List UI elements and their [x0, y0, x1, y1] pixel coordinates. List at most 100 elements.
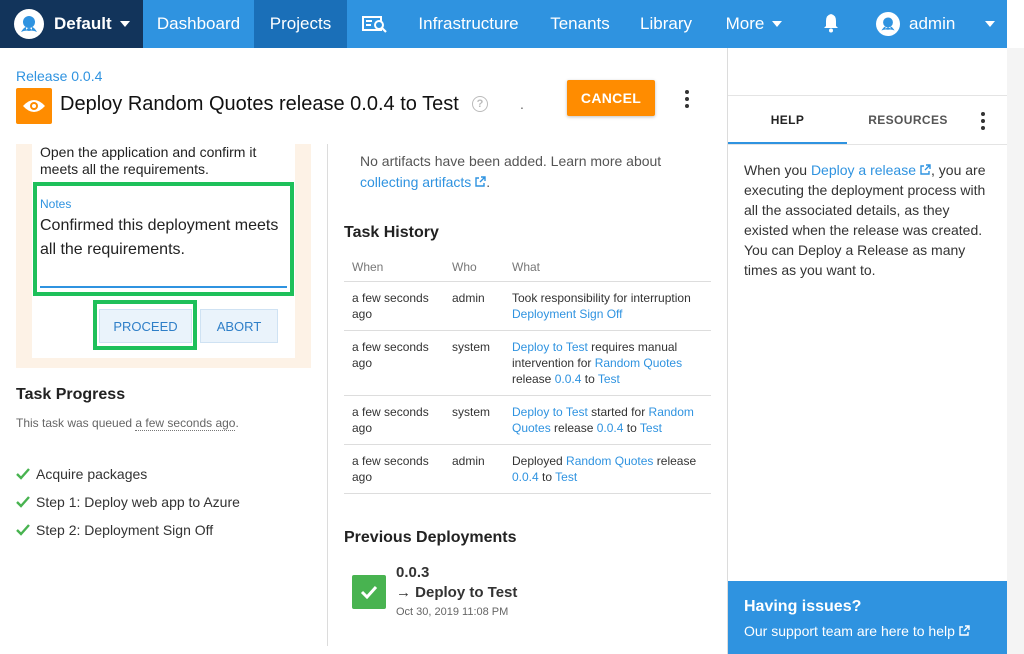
history-when: a few seconds ago: [344, 444, 444, 494]
previous-version[interactable]: 0.0.3: [396, 564, 429, 581]
history-link[interactable]: Test: [598, 372, 620, 386]
history-what: Deploy to Test requires manual intervent…: [504, 330, 711, 396]
support-text: Our support team are here to help: [744, 623, 955, 639]
right-panel-menu-icon[interactable]: [981, 112, 985, 133]
chevron-down-icon: [772, 21, 783, 27]
proceed-button[interactable]: PROCEED: [99, 309, 192, 343]
scrollbar-top: [1007, 0, 1024, 48]
deploy-release-link[interactable]: Deploy a release: [811, 162, 916, 178]
nav-projects[interactable]: Projects: [254, 0, 347, 48]
table-row: a few seconds ago system Deploy to Test re…: [344, 330, 711, 396]
bell-icon[interactable]: [820, 12, 842, 34]
user-name: admin: [909, 14, 956, 33]
nav-tasks[interactable]: [347, 0, 402, 48]
tab-resources[interactable]: RESOURCES: [847, 96, 969, 144]
overflow-menu-icon[interactable]: [685, 90, 689, 111]
support-link[interactable]: Our support team are here to help: [744, 623, 991, 639]
user-menu[interactable]: admin: [876, 0, 955, 48]
breadcrumb[interactable]: Release 0.0.4: [16, 68, 102, 84]
step-label: Acquire packages: [36, 466, 148, 482]
history-who: admin: [444, 281, 504, 331]
nav-more[interactable]: More: [707, 0, 801, 48]
help-text: When you Deploy a release, you are execu…: [744, 160, 994, 280]
column-header-when: When: [344, 253, 444, 282]
step-item[interactable]: Step 1: Deploy web app to Azure: [16, 494, 240, 510]
history-link[interactable]: Deployment Sign Off: [512, 307, 623, 321]
user-chevron-down-icon[interactable]: [985, 21, 995, 27]
help-prefix: When you: [744, 162, 811, 178]
scrollbar[interactable]: [1007, 48, 1024, 654]
step-label: Step 2: Deployment Sign Off: [36, 522, 214, 538]
queued-suffix: .: [235, 416, 239, 430]
octopus-logo-icon: [14, 9, 44, 39]
task-progress-heading: Task Progress: [16, 386, 126, 403]
artifacts-text: No artifacts have been added. Learn more…: [360, 151, 700, 193]
step-item[interactable]: Step 2: Deployment Sign Off: [16, 522, 213, 538]
history-when: a few seconds ago: [344, 330, 444, 396]
space-name: Default: [54, 14, 112, 33]
page-title: Deploy Random Quotes release 0.0.4 to Te…: [60, 93, 459, 115]
history-text: Took responsibility for interruption: [512, 290, 691, 305]
check-icon: [16, 524, 30, 536]
task-history-table: When Who What a few seconds ago admin Took…: [344, 253, 711, 494]
nav-library[interactable]: Library: [625, 0, 707, 48]
step-label: Step 1: Deploy web app to Azure: [36, 494, 240, 510]
cancel-button[interactable]: CANCEL: [567, 80, 655, 116]
help-circle-icon[interactable]: ?: [472, 96, 488, 112]
notes-label: Notes: [40, 197, 72, 211]
nav-infrastructure[interactable]: Infrastructure: [402, 0, 535, 48]
tab-help[interactable]: HELP: [728, 96, 847, 144]
history-link[interactable]: Random Quotes: [595, 356, 682, 370]
notes-input[interactable]: Confirmed this deployment meets all the …: [40, 214, 290, 262]
history-who: system: [444, 395, 504, 445]
nav-more-label: More: [725, 14, 765, 33]
history-link[interactable]: Deploy to Test: [512, 405, 588, 419]
artifacts-suffix: .: [486, 174, 491, 190]
chevron-down-icon: [119, 21, 130, 27]
history-who: admin: [444, 444, 504, 494]
previous-deployments-heading: Previous Deployments: [344, 529, 517, 546]
table-row: a few seconds ago admin Took responsibilit…: [344, 281, 711, 331]
history-text: to: [538, 469, 556, 484]
history-when: a few seconds ago: [344, 281, 444, 331]
avatar: [876, 12, 900, 36]
history-when: a few seconds ago: [344, 395, 444, 445]
history-what: Deployed Random Quotes release 0.0.4 to …: [504, 444, 711, 494]
nav-dashboard[interactable]: Dashboard: [143, 0, 254, 48]
history-link[interactable]: Test: [555, 470, 577, 484]
help-suffix: , you are executing the deployment proce…: [744, 162, 986, 278]
abort-button[interactable]: ABORT: [200, 309, 278, 343]
collecting-artifacts-link[interactable]: collecting artifacts: [360, 174, 471, 190]
history-text: Deployed: [512, 453, 567, 468]
history-text: release: [550, 420, 597, 435]
intervention-instructions: Open the application and confirm it meet…: [40, 144, 257, 177]
queued-prefix: This task was queued: [16, 416, 136, 430]
external-link-icon: [959, 625, 970, 636]
top-nav: Default Dashboard Projects Infrastructur…: [0, 0, 1024, 48]
table-row: a few seconds ago system Deploy to Test st…: [344, 395, 711, 445]
history-link[interactable]: Test: [640, 421, 662, 435]
history-link[interactable]: 0.0.4: [555, 372, 582, 386]
history-link[interactable]: 0.0.4: [512, 470, 539, 484]
queued-time: a few seconds ago: [135, 416, 236, 431]
external-link-icon: [475, 176, 486, 187]
check-icon: [16, 468, 30, 480]
external-link-icon: [920, 164, 931, 175]
nav-tenants[interactable]: Tenants: [535, 0, 625, 48]
success-check-icon[interactable]: [352, 575, 386, 609]
history-text: to: [581, 371, 598, 386]
history-link[interactable]: Random Quotes: [566, 454, 653, 468]
column-header-who: Who: [444, 253, 504, 282]
history-link[interactable]: Deploy to Test: [512, 340, 588, 354]
history-link[interactable]: 0.0.4: [597, 421, 624, 435]
history-text: release: [512, 371, 555, 386]
step-item[interactable]: Acquire packages: [16, 466, 147, 482]
eye-icon: [16, 88, 52, 124]
task-history-heading: Task History: [344, 224, 439, 241]
table-row: a few seconds ago admin Deployed Random Qu…: [344, 444, 711, 494]
history-what: Took responsibility for interruption Dep…: [504, 281, 711, 331]
tab-divider: [728, 144, 1007, 145]
support-heading: Having issues?: [744, 598, 862, 615]
space-selector[interactable]: Default: [0, 0, 143, 48]
column-header-what: What: [504, 253, 711, 282]
